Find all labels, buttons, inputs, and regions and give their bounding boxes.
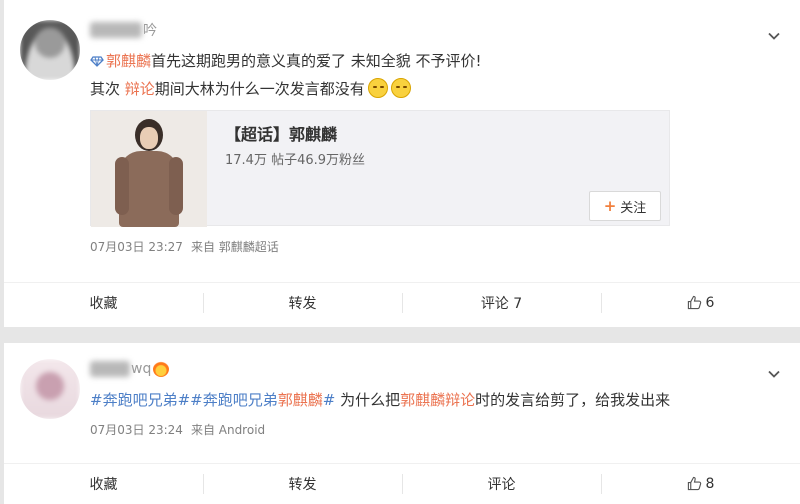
- blurred-name: [90, 361, 130, 377]
- topic-title[interactable]: 【超话】郭麒麟: [225, 121, 337, 145]
- favorite-button[interactable]: 收藏: [4, 283, 203, 322]
- highlight-keyword[interactable]: 郭麒麟辩论: [400, 391, 475, 409]
- chevron-down-icon[interactable]: [768, 365, 780, 378]
- comment-button[interactable]: 评论 7: [402, 283, 601, 322]
- flame-badge-icon: [153, 361, 170, 377]
- thumb-up-icon: [687, 295, 701, 310]
- topic-stats: 17.4万 帖子46.9万粉丝: [225, 153, 366, 168]
- topic-link[interactable]: #奔跑吧兄弟#: [90, 391, 190, 409]
- topic-link-end[interactable]: #: [323, 391, 336, 409]
- post-source[interactable]: 来自 Android: [191, 423, 265, 437]
- repost-button[interactable]: 转发: [203, 464, 402, 503]
- blurred-name: [90, 22, 142, 38]
- username[interactable]: wq: [90, 359, 170, 379]
- post-meta: 07月03日 23:27 来自 郭麒麟超话: [90, 238, 279, 255]
- post-source[interactable]: 来自 郭麒麟超话: [191, 240, 279, 254]
- follow-button[interactable]: + 关注: [589, 191, 661, 221]
- post-text-line2: 其次 辩论期间大林为什么一次发言都没有: [90, 78, 411, 100]
- username[interactable]: 吟: [90, 20, 157, 40]
- post-card-1: 吟 郭麒麟首先这期跑男的意义真的爱了 未知全貌 不予评价! 其次 辩论期间大林为…: [4, 0, 800, 327]
- topic-link[interactable]: #奔跑吧兄弟: [190, 391, 278, 409]
- post-time[interactable]: 07月03日 23:24: [90, 423, 183, 437]
- chevron-down-icon[interactable]: [768, 27, 780, 40]
- post-text-line1: 郭麒麟首先这期跑男的意义真的爱了 未知全貌 不予评价!: [90, 50, 482, 72]
- favorite-button[interactable]: 收藏: [4, 464, 203, 503]
- super-topic-link[interactable]: 郭麒麟: [106, 52, 151, 70]
- highlight-keyword[interactable]: 辩论: [125, 80, 155, 98]
- like-button[interactable]: 6: [601, 283, 800, 322]
- repost-button[interactable]: 转发: [203, 283, 402, 322]
- emoji-icon: [390, 78, 411, 98]
- post-text-line1: #奔跑吧兄弟##奔跑吧兄弟郭麒麟# 为什么把郭麒麟辩论时的发言给剪了，给我发出来: [90, 391, 671, 409]
- avatar[interactable]: [20, 359, 80, 419]
- emoji-icon: [367, 78, 388, 98]
- action-bar: 收藏 转发 评论 7 6: [4, 282, 800, 322]
- plus-icon: +: [603, 197, 617, 215]
- comment-button[interactable]: 评论: [402, 464, 601, 503]
- like-button[interactable]: 8: [601, 464, 800, 503]
- topic-thumbnail: [91, 111, 207, 227]
- post-meta: 07月03日 23:24 来自 Android: [90, 421, 265, 438]
- thumb-up-icon: [687, 476, 701, 491]
- avatar[interactable]: [20, 20, 80, 80]
- topic-highlight[interactable]: 郭麒麟: [278, 391, 323, 409]
- super-topic-card[interactable]: 【超话】郭麒麟 17.4万 帖子46.9万粉丝 + 关注: [90, 110, 670, 227]
- super-topic-diamond-icon: [90, 56, 104, 67]
- post-time[interactable]: 07月03日 23:27: [90, 240, 183, 254]
- action-bar: 收藏 转发 评论 8: [4, 463, 800, 503]
- post-card-2: wq #奔跑吧兄弟##奔跑吧兄弟郭麒麟# 为什么把郭麒麟辩论时的发言给剪了，给我…: [4, 343, 800, 504]
